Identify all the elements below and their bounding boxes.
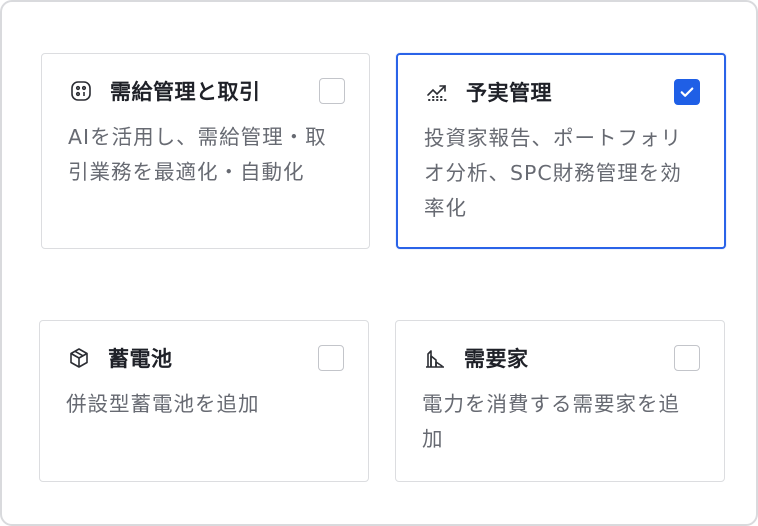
- option-description: 投資家報告、ポートフォリオ分析、SPC財務管理を効率化: [424, 126, 682, 220]
- option-card-supply-demand[interactable]: 需給管理と取引 AIを活用し、需給管理・取引業務を最適化・自動化: [41, 53, 370, 249]
- card-header: 予実管理: [424, 77, 700, 107]
- card-header: 需要家: [422, 343, 700, 373]
- check-icon: [680, 87, 694, 97]
- option-title: 予実管理: [466, 81, 552, 105]
- option-card-consumer[interactable]: 需要家 電力を消費する需要家を追加: [395, 320, 725, 482]
- option-title: 需要家: [464, 347, 529, 371]
- option-title: 需給管理と取引: [110, 80, 261, 104]
- option-card-battery[interactable]: 蓄電池 併設型蓄電池を追加: [39, 320, 369, 482]
- ai-chip-icon: [68, 78, 94, 104]
- factory-icon: [422, 345, 448, 371]
- growth-chart-icon: [424, 79, 450, 105]
- options-panel: 需給管理と取引 AIを活用し、需給管理・取引業務を最適化・自動化 予実管理 投資…: [0, 0, 758, 526]
- option-description: AIを活用し、需給管理・取引業務を最適化・自動化: [68, 125, 327, 184]
- option-card-budget-actual[interactable]: 予実管理 投資家報告、ポートフォリオ分析、SPC財務管理を効率化: [396, 53, 726, 249]
- card-header: 蓄電池: [66, 343, 344, 373]
- option-checkbox[interactable]: [318, 345, 344, 371]
- option-checkbox[interactable]: [674, 345, 700, 371]
- card-header: 需給管理と取引: [68, 76, 345, 106]
- option-checkbox[interactable]: [674, 79, 700, 105]
- option-description: 電力を消費する需要家を追加: [422, 392, 680, 451]
- cube-icon: [66, 345, 92, 371]
- option-description: 併設型蓄電池を追加: [66, 392, 260, 416]
- option-checkbox[interactable]: [319, 78, 345, 104]
- option-title: 蓄電池: [108, 347, 173, 371]
